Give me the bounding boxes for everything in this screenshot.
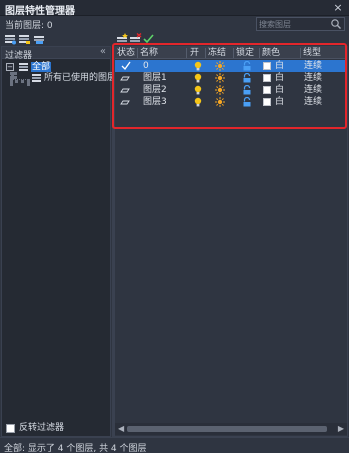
layer-states-manager-icon[interactable] [33,33,46,45]
horizontal-scrollbar[interactable]: ◀ ▶ [115,423,347,435]
set-current-icon[interactable] [142,33,155,45]
layer-name[interactable]: 图层1 [143,73,167,83]
sun-thaw-icon[interactable] [215,73,225,83]
layer-row[interactable]: 图层2 白 连续 [115,84,347,96]
sun-thaw-icon[interactable] [215,97,225,107]
linetype-name[interactable]: 连续 [304,97,322,107]
column-separator[interactable] [186,48,187,58]
unlock-icon[interactable] [242,61,252,71]
filter-panel-header: 过滤器 « [2,46,110,61]
tree-node-label[interactable]: 全部 [31,62,52,72]
light-bulb-on-icon[interactable] [193,61,203,71]
layer-row[interactable]: 图层3 白 连续 [115,96,347,108]
scroll-thumb[interactable] [127,426,327,432]
layer-name[interactable]: 0 [143,61,149,71]
layer-filter-icon [19,63,28,71]
color-name[interactable]: 白 [275,85,284,95]
column-separator[interactable] [300,48,301,58]
status-text: 全部: 显示了 4 个图层, 共 4 个图层 [4,444,147,453]
window-title: 图层特性管理器 [5,6,75,17]
filter-panel: 过滤器 « − 全部 所有已使用的图层 [1,46,116,437]
column-header-name[interactable]: 名称 [140,48,158,58]
filter-panel-title: 过滤器 [5,51,33,61]
new-property-filter-icon[interactable] [4,33,17,45]
tree-node-label[interactable]: 所有已使用的图层 [44,73,116,83]
search-icon[interactable] [330,18,342,30]
unlock-icon[interactable] [242,85,252,95]
light-bulb-on-icon[interactable] [193,85,203,95]
search-input[interactable] [259,19,327,29]
layer-grid: 状态 名称 开 冻结 锁定 颜色 线型 0 白 连续 图层1 白 连续 图层2 … [114,46,348,437]
light-bulb-on-icon[interactable] [193,73,203,83]
scroll-right-icon[interactable]: ▶ [338,424,344,433]
layer-name[interactable]: 图层3 [143,97,167,107]
column-header-color[interactable]: 颜色 [262,48,280,58]
info-bar: 当前图层: 0 [0,16,349,32]
column-separator[interactable] [205,48,206,58]
color-swatch[interactable] [263,98,271,106]
new-layer-icon[interactable] [116,33,129,45]
color-swatch[interactable] [263,62,271,70]
close-button[interactable]: × [331,1,345,14]
used-layers-filter-icon [32,74,41,82]
layer-row[interactable]: 0 白 连续 [115,60,347,72]
light-bulb-on-icon[interactable] [193,97,203,107]
toolbar [0,32,349,46]
layer-status-icon [120,76,130,81]
invert-filter-option[interactable]: 反转过滤器 [6,423,106,434]
column-header-lock[interactable]: 锁定 [236,48,254,58]
unlock-icon[interactable] [242,97,252,107]
delete-layer-icon[interactable] [129,33,142,45]
tree-connector [10,72,14,79]
column-header-freeze[interactable]: 冻结 [208,48,226,58]
status-bar: 全部: 显示了 4 个图层, 共 4 个图层 [0,437,349,453]
color-name[interactable]: 白 [275,73,284,83]
unlock-icon[interactable] [242,73,252,83]
collapse-panel-button[interactable]: « [100,46,106,57]
layer-row[interactable]: 图层1 白 连续 [115,72,347,84]
current-layer-label: 当前图层: 0 [5,21,53,31]
column-header-status[interactable]: 状态 [117,48,135,58]
scroll-left-icon[interactable]: ◀ [118,424,124,433]
layer-status-icon [120,100,130,105]
invert-filter-checkbox[interactable] [6,424,15,433]
color-name[interactable]: 白 [275,61,284,71]
column-header-linetype[interactable]: 线型 [303,48,321,58]
column-header-on[interactable]: 开 [190,48,199,58]
color-swatch[interactable] [263,86,271,94]
search-box[interactable] [256,17,345,31]
column-separator[interactable] [137,48,138,58]
color-name[interactable]: 白 [275,97,284,107]
grid-header: 状态 名称 开 冻结 锁定 颜色 线型 [115,47,347,59]
tree-node-used-layers[interactable]: 所有已使用的图层 [23,73,116,84]
linetype-name[interactable]: 连续 [304,61,322,71]
expand-toggle-icon[interactable]: − [6,63,14,71]
sun-thaw-icon[interactable] [215,85,225,95]
current-layer-check-icon[interactable] [121,61,131,71]
layer-status-icon [120,88,130,93]
title-bar: 图层特性管理器 × [0,0,349,17]
sun-thaw-icon[interactable] [215,61,225,71]
linetype-name[interactable]: 连续 [304,85,322,95]
column-separator[interactable] [259,48,260,58]
invert-filter-label[interactable]: 反转过滤器 [19,423,64,433]
new-group-filter-icon[interactable] [18,33,31,45]
column-separator[interactable] [233,48,234,58]
tree-node-all[interactable]: − 全部 [6,62,106,73]
layer-name[interactable]: 图层2 [143,85,167,95]
color-swatch[interactable] [263,74,271,82]
linetype-name[interactable]: 连续 [304,73,322,83]
